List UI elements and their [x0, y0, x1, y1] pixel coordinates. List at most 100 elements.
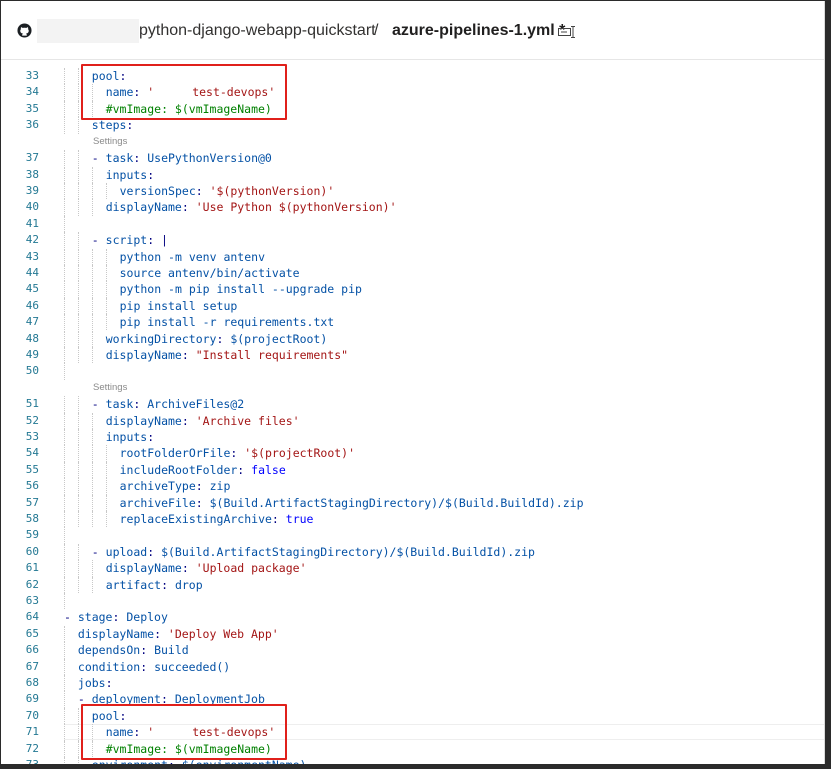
line-number: 69	[25, 692, 39, 706]
rename-icon[interactable]	[558, 26, 576, 38]
line-number: 64	[25, 610, 39, 624]
code-line: 41	[1, 215, 824, 233]
indent-guide	[64, 330, 65, 347]
indent-guide	[105, 478, 107, 495]
code-text[interactable]: - stage: Deploy	[64, 609, 168, 625]
indent-guide	[64, 478, 65, 495]
code-text[interactable]: replaceExistingArchive: true	[120, 511, 314, 527]
settings-codelens[interactable]: Settings	[93, 382, 127, 394]
code-text[interactable]: jobs:	[78, 675, 113, 691]
yaml-key: task	[105, 151, 134, 166]
code-text[interactable]: archiveType: zip	[120, 478, 231, 494]
settings-codelens[interactable]: Settings	[93, 136, 127, 148]
code-text[interactable]: - script: |	[92, 232, 168, 248]
yaml-value: python -m pip install --upgrade pip	[119, 282, 362, 297]
indent-guide	[64, 84, 65, 101]
code-line: 38 inputs:	[1, 166, 824, 183]
line-number: 39	[25, 183, 39, 197]
yaml-value: -	[91, 397, 106, 412]
indent-guide	[91, 576, 93, 593]
line-number: 38	[25, 167, 39, 181]
yaml-key: displayName	[105, 561, 182, 576]
code-line: 44 source antenv/bin/activate	[1, 264, 824, 282]
line-number: 47	[25, 315, 39, 329]
indent-guide	[64, 527, 65, 544]
indent-guide	[77, 494, 79, 511]
code-text[interactable]: displayName: 'Archive files'	[106, 413, 300, 429]
line-number: 73	[1, 757, 39, 764]
code-text[interactable]: - upload: $(Build.ArtifactStagingDirecto…	[92, 544, 535, 560]
code-text[interactable]: includeRootFolder: false	[120, 462, 286, 478]
indent-guide	[91, 297, 93, 315]
annotation-highlight-box	[81, 703, 287, 760]
yaml-value: '$(projectRoot)'	[244, 446, 356, 461]
yaml-value: :	[105, 676, 113, 690]
indent-guide	[77, 511, 79, 528]
code-line: 39 versionSpec: '$(pythonVersion)'	[1, 182, 824, 200]
code-text[interactable]: - task: ArchiveFiles@2	[92, 396, 244, 412]
code-text[interactable]: dependsOn: Build	[78, 642, 189, 658]
indent-guide	[64, 100, 65, 118]
indent-guide	[77, 117, 79, 134]
code-text[interactable]: python -m venv antenv	[120, 249, 265, 265]
yaml-value: drop	[174, 577, 203, 592]
yaml-value: $(projectRoot)	[230, 331, 328, 346]
yaml-key: workingDirectory	[105, 331, 217, 346]
indent-guide	[64, 264, 65, 282]
code-text[interactable]: condition: succeeded()	[78, 659, 230, 675]
yaml-key: displayName	[77, 626, 155, 641]
indent-guide	[91, 330, 93, 347]
repo-name[interactable]: python-django-webapp-quickstart	[139, 22, 376, 40]
yaml-key: displayName	[105, 413, 182, 428]
code-text[interactable]: source antenv/bin/activate	[120, 265, 300, 281]
code-text[interactable]: displayName: 'Upload package'	[106, 560, 307, 576]
yaml-key: condition	[77, 659, 141, 674]
code-line: 57 archiveFile: $(Build.ArtifactStagingDi…	[1, 494, 824, 511]
code-text[interactable]: python -m pip install --upgrade pip	[120, 281, 362, 297]
editor-window: python-django-webapp-quickstart / azure-…	[1, 1, 825, 764]
code-text[interactable]: displayName: 'Use Python $(pythonVersion…	[106, 199, 397, 215]
code-text[interactable]: pip install -r requirements.txt	[120, 314, 335, 330]
code-text[interactable]: archiveFile: $(Build.ArtifactStagingDire…	[120, 495, 584, 511]
yaml-value: -	[91, 151, 106, 166]
yaml-value: :	[161, 577, 175, 592]
yaml-key: replaceExistingArchive	[119, 512, 272, 526]
code-text[interactable]: inputs:	[106, 167, 154, 183]
yaml-value: :	[181, 347, 196, 362]
indent-guide	[91, 445, 93, 462]
indent-guide	[77, 740, 79, 757]
line-number: 62	[25, 577, 39, 591]
yaml-key: stage	[77, 610, 113, 625]
code-text[interactable]: artifact: drop	[106, 577, 203, 593]
yaml-value: :	[112, 610, 127, 625]
indent-guide	[64, 68, 65, 85]
indent-guide	[91, 166, 93, 183]
yaml-key: artifact	[105, 577, 162, 592]
line-number: 46	[25, 298, 39, 312]
yaml-value: :	[147, 544, 162, 559]
indent-guide	[77, 396, 79, 413]
code-text[interactable]: rootFolderOrFile: '$(projectRoot)'	[120, 445, 355, 461]
yaml-key: versionSpec	[119, 183, 196, 198]
code-line: 68 jobs:	[1, 675, 824, 692]
code-text[interactable]: inputs:	[106, 429, 154, 445]
code-text[interactable]: displayName: 'Deploy Web App'	[78, 626, 279, 642]
code-text[interactable]: displayName: "Install requirements"	[106, 347, 348, 363]
code-text[interactable]: versionSpec: '$(pythonVersion)'	[120, 183, 335, 199]
code-text[interactable]: workingDirectory: $(projectRoot)	[106, 331, 328, 347]
code-text[interactable]: - task: UsePythonVersion@0	[92, 150, 272, 166]
yaml-value: :	[181, 561, 196, 576]
indent-guide	[105, 461, 107, 479]
indent-guide	[77, 346, 79, 364]
indent-guide	[64, 707, 65, 725]
indent-guide	[91, 182, 93, 200]
indent-guide	[77, 576, 79, 593]
code-line: 47 pip install -r requirements.txt	[1, 314, 824, 331]
indent-guide	[77, 150, 79, 167]
indent-guide	[77, 445, 79, 462]
github-icon[interactable]	[17, 23, 32, 38]
code-editor[interactable]: 33 pool: 34 name: ' test-devops' 35 #vmImage: …	[1, 60, 824, 764]
indent-guide	[77, 757, 79, 764]
code-line: 50	[1, 363, 824, 380]
code-text[interactable]: pip install setup	[120, 298, 238, 314]
